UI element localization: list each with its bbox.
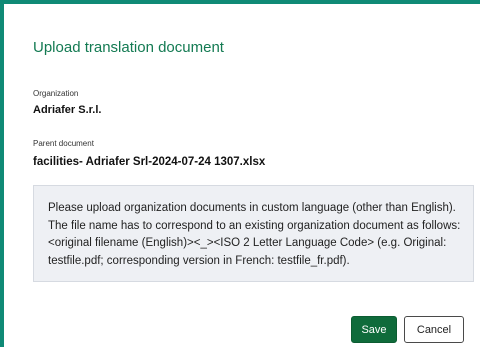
upload-translation-dialog: Upload translation document Organization… (0, 0, 480, 347)
parent-document-label: Parent document (33, 139, 94, 148)
upload-instructions-text: Please upload organization documents in … (48, 202, 461, 267)
cancel-button[interactable]: Cancel (404, 316, 464, 343)
dialog-title: Upload translation document (33, 39, 224, 56)
upload-instructions-box: Please upload organization documents in … (33, 185, 474, 282)
parent-document-value: facilities- Adriafer Srl-2024-07-24 1307… (33, 156, 266, 168)
save-button[interactable]: Save (351, 316, 397, 343)
organization-value: Adriafer S.r.l. (33, 104, 102, 116)
organization-label: Organization (33, 89, 79, 98)
